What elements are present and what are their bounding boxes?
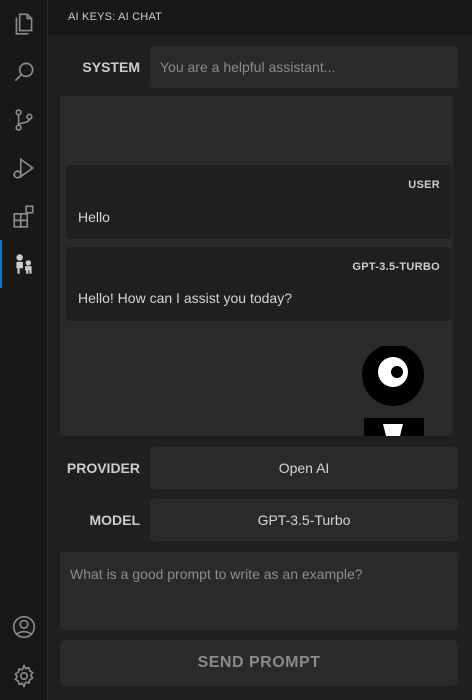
- chat-message-assistant: GPT-3.5-TURBO Hello! How can I assist yo…: [66, 247, 452, 321]
- system-row: SYSTEM You are a helpful assistant...: [60, 46, 458, 88]
- provider-select[interactable]: Open AI: [150, 447, 458, 489]
- model-label: MODEL: [89, 512, 140, 528]
- system-input[interactable]: You are a helpful assistant...: [150, 46, 458, 88]
- extensions-icon[interactable]: [0, 192, 48, 240]
- model-select[interactable]: GPT-3.5-Turbo: [150, 499, 458, 541]
- message-text: Hello! How can I assist you today?: [78, 290, 292, 306]
- send-prompt-button[interactable]: SEND PROMPT: [60, 640, 458, 686]
- source-control-icon[interactable]: [0, 96, 48, 144]
- robot-mascot-icon: [362, 346, 424, 436]
- system-label: SYSTEM: [82, 59, 140, 75]
- chat-message-user: USER Hello: [66, 165, 452, 239]
- ai-chat-panel: AI KEYS: AI CHAT SYSTEM You are a helpfu…: [48, 0, 472, 700]
- provider-row: PROVIDER Open AI: [60, 447, 458, 489]
- settings-gear-icon[interactable]: [0, 652, 48, 700]
- run-debug-icon[interactable]: [0, 144, 48, 192]
- message-role: USER: [408, 179, 440, 191]
- model-row: MODEL GPT-3.5-Turbo: [60, 499, 458, 541]
- account-icon[interactable]: [0, 603, 48, 651]
- panel-title: AI KEYS: AI CHAT: [48, 0, 472, 35]
- explorer-icon[interactable]: [0, 0, 48, 48]
- ai-keys-icon[interactable]: [0, 240, 48, 288]
- message-text: Hello: [78, 209, 110, 225]
- provider-label: PROVIDER: [66, 460, 140, 476]
- search-icon[interactable]: [0, 48, 48, 96]
- activity-bar: [0, 0, 48, 700]
- message-role: GPT-3.5-TURBO: [352, 261, 440, 273]
- chat-history: USER Hello GPT-3.5-TURBO Hello! How can …: [60, 96, 453, 436]
- prompt-input[interactable]: What is a good prompt to write as an exa…: [60, 552, 458, 630]
